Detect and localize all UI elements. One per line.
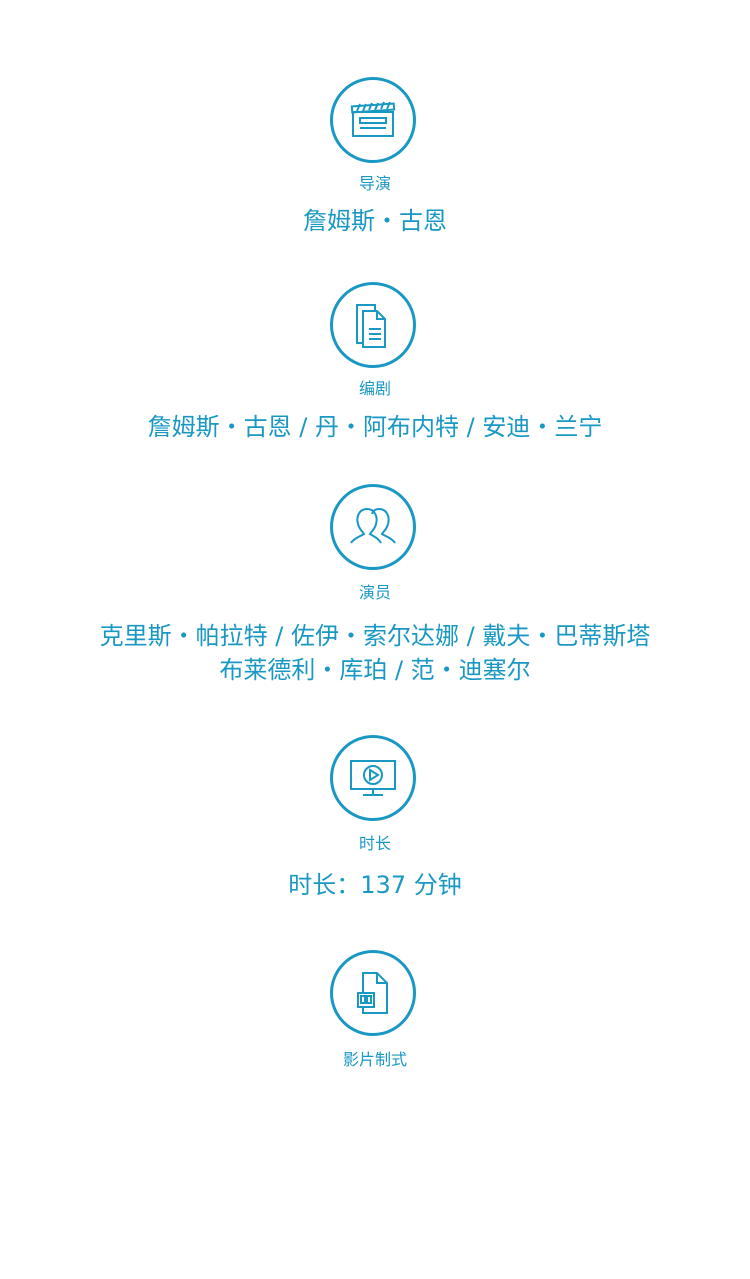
writer-value: 詹姆斯・古恩 / 丹・阿布内特 / 安迪・兰宁 <box>147 413 603 441</box>
director-label: 导演 <box>358 174 391 193</box>
cast-value-line-2: 布莱德利・库珀 / 范・迪塞尔 <box>219 656 531 684</box>
cast-value: 克里斯・帕拉特 / 佐伊・索尔达娜 / 戴夫・巴蒂斯塔 布莱德利・库珀 / 范・… <box>0 619 750 687</box>
cast-value-line-1: 克里斯・帕拉特 / 佐伊・索尔达娜 / 戴夫・巴蒂斯塔 <box>99 622 651 650</box>
film-file-icon <box>357 972 388 1014</box>
writer-label: 编剧 <box>358 379 391 398</box>
cast-label: 演员 <box>358 583 391 602</box>
monitor-play-icon <box>350 760 396 796</box>
cast-icon-badge <box>330 484 416 570</box>
runtime-label: 时长 <box>358 834 391 853</box>
clapperboard-icon <box>350 101 396 137</box>
document-icon <box>356 304 386 348</box>
format-label: 影片制式 <box>342 1050 407 1069</box>
runtime-icon-badge <box>330 735 416 821</box>
director-value: 詹姆斯・古恩 <box>303 207 447 235</box>
people-icon <box>350 508 396 544</box>
format-icon-badge <box>330 950 416 1036</box>
runtime-value: 时长：137 分钟 <box>288 871 462 899</box>
director-icon-badge <box>330 77 416 163</box>
writer-icon-badge <box>330 282 416 368</box>
